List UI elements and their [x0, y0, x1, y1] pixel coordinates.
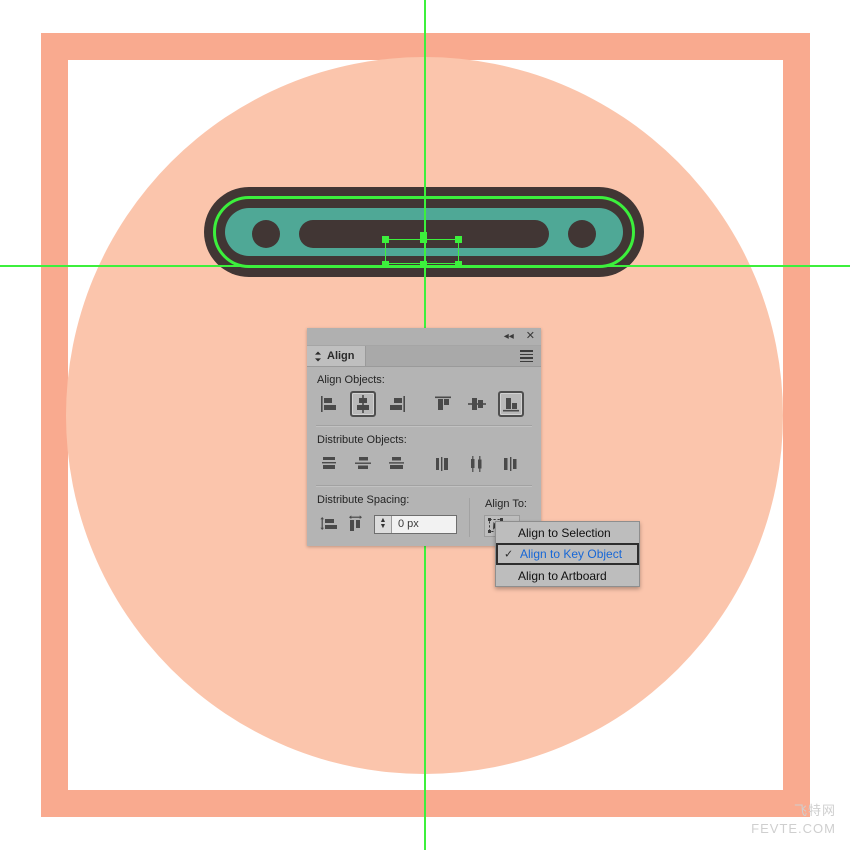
close-icon[interactable]: ✕ — [526, 331, 535, 342]
watermark-line-2: FEVTE.COM — [751, 821, 836, 836]
vertical-align-bottom-button[interactable] — [498, 391, 524, 417]
watermark: 飞特网 FEVTE.COM — [751, 802, 836, 838]
check-icon: ✓ — [504, 548, 514, 561]
stepper-down-icon[interactable]: ▼ — [380, 523, 387, 530]
panel-titlebar[interactable]: ◂◂ ✕ — [307, 328, 541, 346]
panel-menu-icon[interactable] — [515, 346, 541, 366]
align-objects-label: Align Objects: — [317, 374, 385, 386]
menu-item-label: Align to Key Object — [520, 547, 623, 561]
vertical-distribute-bottom-button[interactable] — [384, 451, 410, 477]
horizontal-align-right-button[interactable] — [384, 391, 410, 417]
horizontal-align-left-button[interactable] — [316, 391, 342, 417]
vertical-distribute-top-button[interactable] — [316, 451, 342, 477]
distribute-objects-vertical-group — [316, 451, 410, 477]
menu-item-label: Align to Selection — [518, 525, 611, 540]
menu-item-align-to-artboard[interactable]: Align to Artboard — [496, 565, 639, 586]
horizontal-distribute-left-button[interactable] — [430, 451, 456, 477]
align-to-dropdown-menu[interactable]: Align to Selection ✓ Align to Key Object… — [495, 521, 640, 587]
align-objects-row — [316, 391, 532, 417]
tab-align[interactable]: Align — [307, 346, 366, 366]
horizontal-distribute-center-button[interactable] — [464, 451, 490, 477]
spacing-stepper[interactable]: ▲ ▼ 0 px — [374, 514, 457, 534]
horizontal-distribute-right-button[interactable] — [498, 451, 524, 477]
double-chevron-icon — [314, 351, 322, 362]
capsule-dot-right[interactable] — [568, 220, 596, 248]
vertical-align-top-button[interactable] — [430, 391, 456, 417]
align-objects-horizontal-group — [316, 391, 410, 417]
divider-2 — [316, 485, 532, 487]
align-panel[interactable]: ◂◂ ✕ Align Align Objects: Distribute Obj… — [307, 328, 541, 546]
stepper-arrows-icon[interactable]: ▲ ▼ — [375, 515, 392, 533]
vertical-distribute-center-button[interactable] — [350, 451, 376, 477]
collapse-icon[interactable]: ◂◂ — [504, 331, 514, 342]
distribute-objects-row — [316, 451, 532, 477]
panel-body: Align Objects: Distribute Objects: Distr… — [307, 367, 541, 546]
divider-1 — [316, 425, 532, 427]
horizontal-align-center-button[interactable] — [350, 391, 376, 417]
horizontal-distribute-spacing-button[interactable] — [342, 511, 368, 537]
illustrator-canvas: ◂◂ ✕ Align Align Objects: Distribute Obj… — [0, 0, 850, 850]
selection-handle-tr[interactable] — [455, 236, 462, 243]
menu-item-label: Align to Artboard — [518, 568, 607, 583]
panel-tabbar: Align — [307, 346, 541, 367]
menu-item-align-to-key-object[interactable]: ✓ Align to Key Object — [496, 543, 639, 565]
watermark-line-1: 飞特网 — [793, 803, 836, 818]
menu-item-align-to-selection[interactable]: Align to Selection — [496, 522, 639, 543]
distribute-spacing-label: Distribute Spacing: — [317, 494, 410, 506]
spacing-value-input[interactable]: 0 px — [392, 515, 456, 533]
capsule-dot-left[interactable] — [252, 220, 280, 248]
vertical-align-center-button[interactable] — [464, 391, 490, 417]
align-to-label: Align To: — [485, 498, 527, 510]
selection-handle-tl[interactable] — [382, 236, 389, 243]
distribute-spacing-column: Distribute Spacing: ▲ ▼ 0 px — [316, 494, 457, 537]
distribute-spacing-row: ▲ ▼ 0 px — [316, 511, 457, 537]
tab-align-label: Align — [327, 350, 355, 362]
guide-horizontal — [0, 265, 850, 267]
tabbar-spacer — [366, 346, 516, 366]
distribute-objects-horizontal-group — [430, 451, 524, 477]
align-objects-vertical-group — [430, 391, 524, 417]
distribute-objects-label: Distribute Objects: — [317, 434, 407, 446]
vertical-distribute-spacing-button[interactable] — [316, 511, 342, 537]
